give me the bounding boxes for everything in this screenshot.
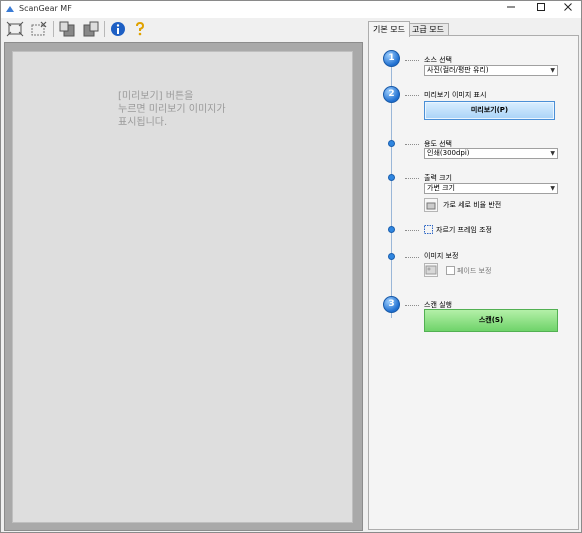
step-dots <box>405 60 419 61</box>
basic-mode-panel: 1 소스 선택 사진(컬러/평판 유리) ▼ 2 미리보기 이미지 표시 미리보… <box>368 35 579 530</box>
toolbar-separator <box>53 21 54 37</box>
output-size-select[interactable]: 가변 크기 ▼ <box>424 183 558 194</box>
step-dots <box>405 305 419 306</box>
autocrop-icon <box>6 21 24 37</box>
preview-canvas[interactable]: [미리보기] 버튼을 누르면 미리보기 이미지가 표시됩니다. <box>12 51 353 523</box>
step-dots <box>405 257 419 258</box>
source-select-label: 소스 선택 <box>424 56 452 64</box>
fade-correction-checkbox[interactable] <box>446 266 455 275</box>
rotate-right-button[interactable] <box>81 20 101 38</box>
fade-correction-icon <box>425 265 437 275</box>
chevron-down-icon: ▼ <box>550 67 555 74</box>
swap-aspect-button[interactable] <box>424 198 438 212</box>
preview-placeholder-text: [미리보기] 버튼을 누르면 미리보기 이미지가 표시됩니다. <box>118 91 226 128</box>
scan-button[interactable]: 스캔(S) <box>424 309 558 332</box>
step-dot <box>388 226 395 233</box>
scangear-window: ScanGear MF [미리보기] 버튼을 누르면 미리보기 이미지가 표시됩… <box>0 0 582 533</box>
purpose-select[interactable]: 인쇄(300dpi) ▼ <box>424 148 558 159</box>
fade-correction-label: 페이드 보정 <box>457 267 492 275</box>
info-button[interactable] <box>108 20 128 38</box>
minimize-icon <box>507 6 515 8</box>
help-icon <box>136 21 145 36</box>
step-2-badge: 2 <box>383 86 400 103</box>
chevron-down-icon: ▼ <box>550 185 555 192</box>
step-dots <box>405 230 419 231</box>
preview-step-label: 미리보기 이미지 표시 <box>424 91 487 99</box>
crop-frame-link[interactable]: 자르기 프레임 조정 <box>436 225 492 235</box>
toolbar-separator <box>104 21 105 37</box>
rotate-left-icon <box>59 21 75 37</box>
image-correction-label: 이미지 보정 <box>424 252 459 260</box>
source-select[interactable]: 사진(컬러/평판 유리) ▼ <box>424 65 558 76</box>
step-dots <box>405 144 419 145</box>
chevron-down-icon: ▼ <box>550 150 555 157</box>
autocrop-button[interactable] <box>5 20 25 38</box>
swap-aspect-icon <box>426 202 436 210</box>
crop-frame-icon <box>424 225 433 234</box>
step-1-badge: 1 <box>383 50 400 67</box>
preview-button[interactable]: 미리보기(P) <box>424 101 555 120</box>
rotate-right-icon <box>83 21 99 37</box>
maximize-icon <box>537 3 545 11</box>
preview-area[interactable]: [미리보기] 버튼을 누르면 미리보기 이미지가 표시됩니다. <box>4 42 363 531</box>
close-button[interactable] <box>554 1 582 18</box>
step-3-badge: 3 <box>383 296 400 313</box>
app-icon <box>6 6 14 12</box>
rotate-left-button[interactable] <box>57 20 77 38</box>
step-dots <box>405 178 419 179</box>
step-dot <box>388 174 395 181</box>
title-bar: ScanGear MF <box>1 1 581 18</box>
maximize-button[interactable] <box>527 1 555 18</box>
output-size-value: 가변 크기 <box>427 184 455 192</box>
source-select-value: 사진(컬러/평판 유리) <box>427 66 489 74</box>
tab-basic-mode[interactable]: 기본 모드 <box>368 21 410 37</box>
toolbar <box>1 18 365 40</box>
window-title: ScanGear MF <box>19 4 72 13</box>
step-dot <box>388 253 395 260</box>
step-dot <box>388 140 395 147</box>
purpose-select-value: 인쇄(300dpi) <box>427 149 470 157</box>
minimize-button[interactable] <box>497 1 525 18</box>
swap-aspect-label: 가로 세로 비율 반전 <box>443 201 502 209</box>
help-button[interactable] <box>130 20 150 38</box>
fade-correction-image <box>424 263 438 277</box>
output-size-label: 출력 크기 <box>424 174 452 182</box>
delete-crop-button[interactable] <box>29 20 49 38</box>
close-icon <box>564 3 572 11</box>
info-icon <box>111 22 125 36</box>
step-dots <box>405 95 419 96</box>
delete-crop-icon <box>31 21 47 36</box>
